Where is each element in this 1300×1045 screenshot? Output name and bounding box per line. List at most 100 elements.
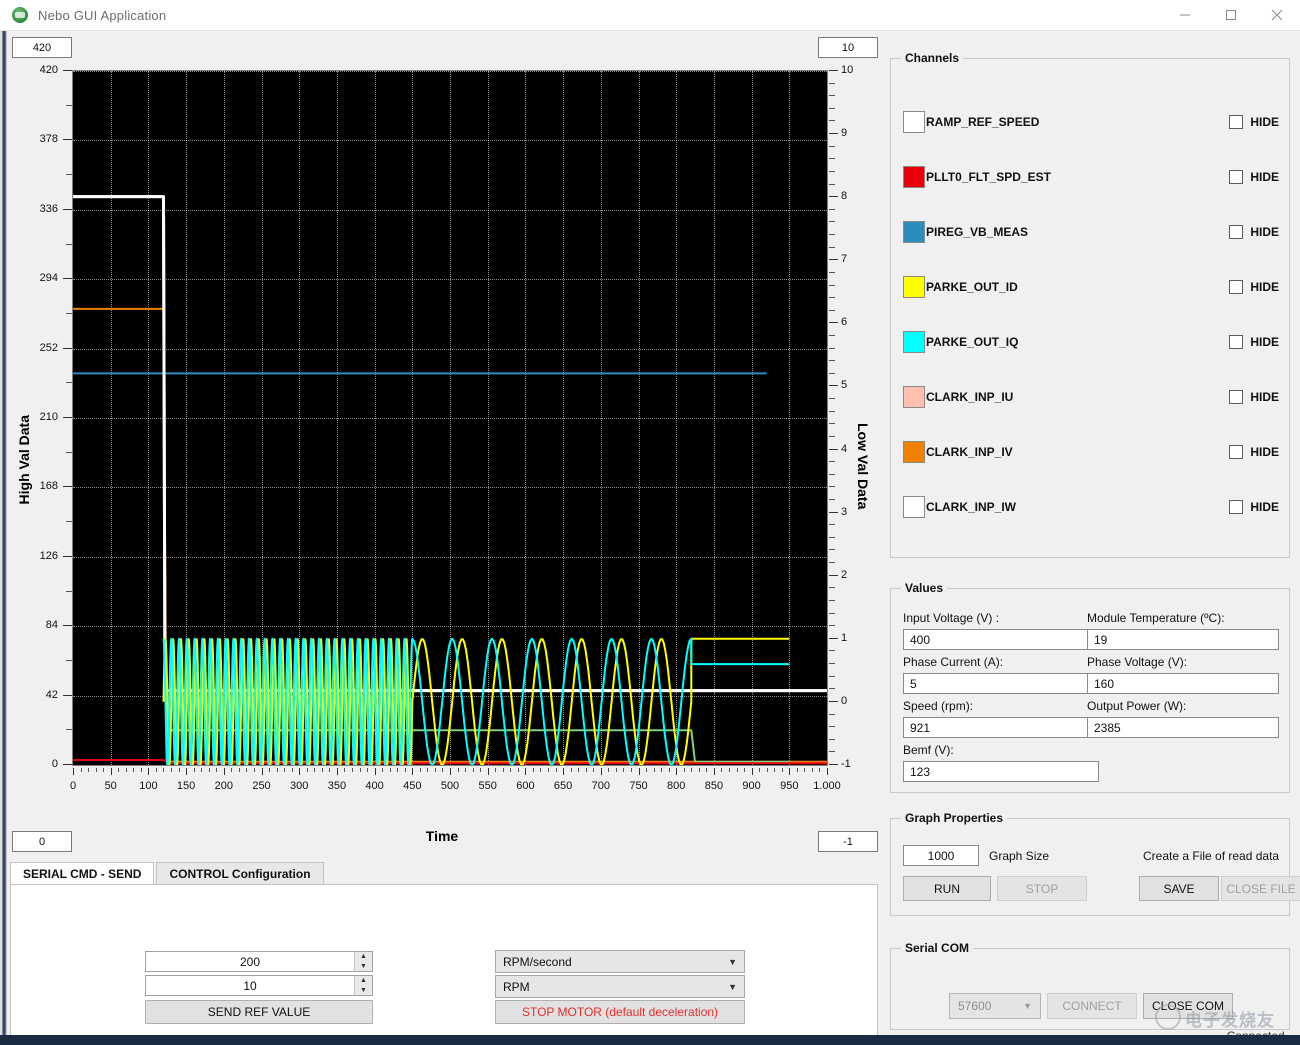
run-button[interactable]: RUN	[903, 876, 991, 901]
save-button[interactable]: SAVE	[1139, 876, 1219, 901]
ref-value-stepper[interactable]: 200 ▲ ▼	[145, 951, 373, 972]
chart-area: 420 10 0 -1 High Val Data Low Val Data T…	[0, 31, 884, 861]
close-file-button[interactable]: CLOSE FILE	[1221, 876, 1300, 901]
x-axis-minor-tick	[503, 768, 504, 772]
channel-hide-group[interactable]: HIDE	[1229, 335, 1279, 349]
channel-color-swatch[interactable]	[903, 111, 925, 133]
input-voltage-field[interactable]: 400	[903, 629, 1099, 650]
y-axis-left-tick-label: 336	[40, 203, 58, 215]
x-axis-minor-tick	[209, 768, 210, 772]
ramp-value-input[interactable]: 10	[146, 979, 354, 993]
graph-size-input[interactable]: 1000	[903, 845, 979, 866]
maximize-icon[interactable]	[1208, 0, 1254, 31]
x-axis-minor-tick	[510, 768, 511, 772]
y-axis-left-tick-mark	[63, 625, 72, 626]
phase-voltage-field[interactable]: 160	[1087, 673, 1279, 694]
bemf-field[interactable]: 123	[903, 761, 1099, 782]
x-axis-minor-tick	[314, 768, 315, 772]
y-axis-right-tick-label: 3	[841, 506, 847, 518]
x-axis-minor-tick	[774, 768, 775, 772]
tab-serial-cmd-send[interactable]: SERIAL CMD - SEND	[10, 862, 154, 884]
chevron-up-icon[interactable]: ▲	[355, 976, 372, 986]
channel-color-swatch[interactable]	[903, 276, 925, 298]
channel-color-swatch[interactable]	[903, 496, 925, 518]
channel-hide-group[interactable]: HIDE	[1229, 115, 1279, 129]
hide-checkbox[interactable]	[1229, 445, 1243, 459]
tab-control-configuration[interactable]: CONTROL Configuration	[156, 862, 323, 884]
stop-motor-button[interactable]: STOP MOTOR (default deceleration)	[495, 1000, 745, 1024]
x-axis-minor-tick	[458, 768, 459, 772]
minimize-icon[interactable]	[1162, 0, 1208, 31]
x-axis-tick-mark	[639, 768, 640, 775]
high-val-max-input[interactable]: 420	[12, 37, 72, 58]
x-axis-tick-mark	[224, 768, 225, 775]
hide-checkbox[interactable]	[1229, 225, 1243, 239]
plot-canvas[interactable]	[72, 70, 828, 766]
connect-button[interactable]: CONNECT	[1047, 993, 1137, 1019]
x-axis-minor-tick	[194, 768, 195, 772]
stop-button[interactable]: STOP	[997, 876, 1087, 901]
hide-checkbox[interactable]	[1229, 390, 1243, 404]
x-axis-minor-tick	[201, 768, 202, 772]
x-axis-tick-mark	[676, 768, 677, 775]
channel-color-swatch[interactable]	[903, 441, 925, 463]
channel-hide-group[interactable]: HIDE	[1229, 390, 1279, 404]
hide-checkbox[interactable]	[1229, 170, 1243, 184]
y-axis-right-minor-tick	[829, 524, 835, 525]
send-ref-value-button[interactable]: SEND REF VALUE	[145, 1000, 373, 1024]
y-axis-right-minor-tick	[829, 436, 835, 437]
x-axis-minor-tick	[405, 768, 406, 772]
close-icon[interactable]	[1254, 0, 1300, 31]
close-com-button[interactable]: CLOSE COM	[1143, 993, 1233, 1019]
channel-hide-group[interactable]: HIDE	[1229, 280, 1279, 294]
hide-checkbox[interactable]	[1229, 500, 1243, 514]
output-power-field[interactable]: 2385	[1087, 717, 1279, 738]
graph-properties-title: Graph Properties	[901, 811, 1007, 825]
channel-hide-group[interactable]: HIDE	[1229, 445, 1279, 459]
y-axis-right-minor-tick	[829, 499, 835, 500]
x-axis-minor-tick	[435, 768, 436, 772]
y-axis-right-minor-tick	[829, 120, 835, 121]
chevron-down-icon[interactable]: ▼	[355, 986, 372, 996]
y-axis-right-tick-mark	[829, 764, 838, 765]
ramp-value-stepper[interactable]: 10 ▲ ▼	[145, 975, 373, 996]
x-axis-tick-mark	[601, 768, 602, 775]
phase-current-field[interactable]: 5	[903, 673, 1099, 694]
x-axis-tick-mark	[111, 768, 112, 775]
channel-color-swatch[interactable]	[903, 331, 925, 353]
hide-label: HIDE	[1250, 115, 1279, 129]
channel-color-swatch[interactable]	[903, 221, 925, 243]
x-axis-minor-tick	[329, 768, 330, 772]
speed-unit-select[interactable]: RPM ▼	[495, 975, 745, 998]
series-ramp-ref-speed	[73, 197, 827, 691]
y-axis-right-tick-label: 0	[841, 695, 847, 707]
channel-hide-group[interactable]: HIDE	[1229, 500, 1279, 514]
channel-color-swatch[interactable]	[903, 386, 925, 408]
chevron-up-icon[interactable]: ▲	[355, 952, 372, 962]
speed-field[interactable]: 921	[903, 717, 1099, 738]
module-temperature-field[interactable]: 19	[1087, 629, 1279, 650]
low-val-max-input[interactable]: 10	[818, 37, 878, 58]
channel-color-swatch[interactable]	[903, 166, 925, 188]
ref-value-stepper-arrows[interactable]: ▲ ▼	[354, 952, 372, 971]
title-bar: Nebo GUI Application	[0, 0, 1300, 31]
hide-checkbox[interactable]	[1229, 280, 1243, 294]
phase-current-label: Phase Current (A):	[903, 655, 1003, 669]
ref-value-input[interactable]: 200	[146, 955, 354, 969]
baud-rate-select[interactable]: 57600 ▼	[949, 993, 1041, 1019]
y-axis-left-tick-label: 84	[46, 619, 58, 631]
chevron-down-icon[interactable]: ▼	[355, 962, 372, 972]
y-axis-right-tick-label: 5	[841, 379, 847, 391]
x-axis-minor-tick	[669, 768, 670, 772]
x-axis-tick-mark	[752, 768, 753, 775]
x-axis-minor-tick	[292, 768, 293, 772]
hide-checkbox[interactable]	[1229, 115, 1243, 129]
channel-hide-group[interactable]: HIDE	[1229, 225, 1279, 239]
ramp-value-stepper-arrows[interactable]: ▲ ▼	[354, 976, 372, 995]
hide-checkbox[interactable]	[1229, 335, 1243, 349]
ramp-unit-select[interactable]: RPM/second ▼	[495, 950, 745, 973]
channel-hide-group[interactable]: HIDE	[1229, 170, 1279, 184]
ramp-unit-value: RPM/second	[503, 955, 572, 969]
x-axis-tick-mark	[525, 768, 526, 775]
x-axis-minor-tick	[254, 768, 255, 772]
